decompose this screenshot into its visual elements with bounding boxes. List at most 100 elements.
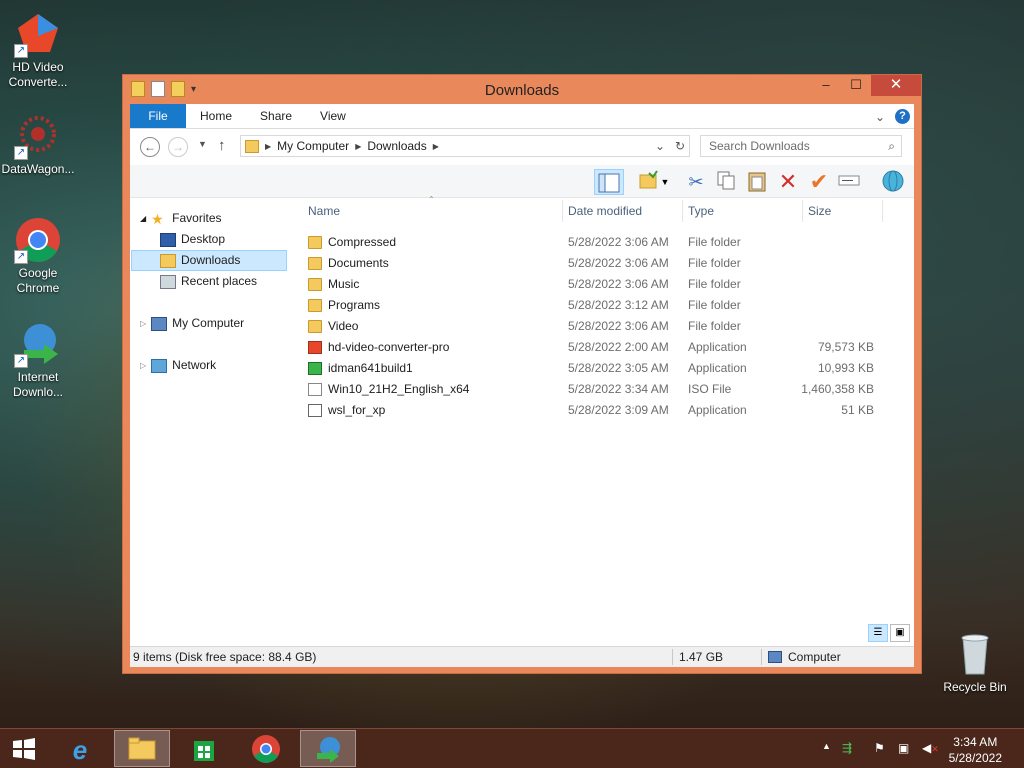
file-row[interactable]: Documents 5/28/2022 3:06 AM File folder bbox=[300, 253, 900, 274]
expand-arrow-icon[interactable]: ◢ bbox=[140, 208, 146, 229]
search-input[interactable]: Search Downloads ⌕ bbox=[700, 135, 902, 157]
network-status-icon[interactable]: ▣ bbox=[898, 741, 909, 755]
help-icon[interactable]: ? bbox=[895, 109, 910, 124]
iso-file-icon bbox=[308, 383, 322, 396]
minimize-button[interactable]: – bbox=[811, 75, 841, 96]
breadcrumb-separator-icon[interactable]: ▶ bbox=[433, 142, 439, 151]
desktop-icon-hd-video-converter[interactable]: ↗ HD Video Converte... bbox=[0, 10, 76, 90]
expand-ribbon-icon[interactable]: ⌄ bbox=[875, 110, 885, 124]
taskbar-internet-explorer[interactable]: e bbox=[52, 730, 108, 767]
taskbar-internet-download-manager[interactable] bbox=[300, 730, 356, 767]
network-globe-icon[interactable] bbox=[880, 169, 906, 195]
start-button[interactable] bbox=[0, 730, 48, 767]
column-header-type[interactable]: Type bbox=[688, 198, 788, 224]
tree-item-downloads[interactable]: Downloads bbox=[131, 250, 287, 271]
up-button[interactable]: ↑ bbox=[218, 137, 226, 154]
back-button[interactable]: ← bbox=[140, 137, 160, 157]
breadcrumb-separator-icon[interactable]: ▶ bbox=[265, 142, 271, 151]
folder-options-dropdown-icon[interactable]: ▼ bbox=[658, 169, 672, 195]
tab-home[interactable]: Home bbox=[186, 104, 246, 128]
tree-item-recent-places[interactable]: Recent places bbox=[160, 271, 290, 292]
file-size: 51 KB bbox=[841, 403, 874, 417]
internet-explorer-icon: e bbox=[72, 735, 88, 765]
tree-item-my-computer[interactable]: ▷ My Computer bbox=[140, 313, 290, 334]
action-center-flag-icon[interactable]: ⚑ bbox=[874, 741, 885, 755]
rename-icon[interactable] bbox=[836, 169, 862, 195]
taskbar-google-chrome[interactable] bbox=[238, 730, 294, 767]
close-button[interactable]: ✕ bbox=[871, 75, 921, 96]
address-bar[interactable]: ▶ My Computer ▶ Downloads ▶ ⌄ ↻ bbox=[240, 135, 690, 157]
file-row[interactable]: Video 5/28/2022 3:06 AM File folder bbox=[300, 316, 900, 337]
recent-locations-dropdown-icon[interactable]: ▼ bbox=[198, 139, 207, 149]
breadcrumb-downloads[interactable]: Downloads bbox=[367, 139, 426, 153]
desktop-icon-label: Recycle Bin bbox=[943, 680, 1007, 694]
expand-arrow-icon[interactable]: ▷ bbox=[140, 313, 146, 334]
window-content: File Home Share View ⌄ ? ← → ▼ ↑ ▶ My Co… bbox=[130, 104, 914, 670]
file-row[interactable]: wsl_for_xp 5/28/2022 3:09 AM Application… bbox=[300, 400, 900, 421]
tree-item-label: Network bbox=[172, 358, 217, 372]
folder-icon bbox=[308, 320, 322, 333]
desktop-icon-label: Google bbox=[18, 266, 58, 280]
address-dropdown-icon[interactable]: ⌄ bbox=[655, 139, 665, 153]
file-row[interactable]: Programs 5/28/2022 3:12 AM File folder bbox=[300, 295, 900, 316]
shortcut-arrow-icon: ↗ bbox=[14, 44, 28, 58]
column-header-date[interactable]: Date modified bbox=[568, 198, 678, 224]
desktop-icon-google-chrome[interactable]: ↗ Google Chrome bbox=[0, 216, 76, 296]
tab-view[interactable]: View bbox=[306, 104, 360, 128]
column-header-name[interactable]: Name bbox=[308, 198, 558, 224]
tree-item-network[interactable]: ▷ Network bbox=[140, 355, 290, 376]
expand-arrow-icon[interactable]: ▷ bbox=[140, 355, 146, 376]
idm-tray-icon[interactable]: ⇶ bbox=[842, 741, 852, 755]
details-view-icon[interactable]: ☰ bbox=[868, 624, 888, 642]
file-row[interactable]: Compressed 5/28/2022 3:06 AM File folder bbox=[300, 232, 900, 253]
application-icon bbox=[308, 341, 322, 354]
clock[interactable]: 3:34 AM 5/28/2022 bbox=[949, 734, 1002, 766]
desktop-icon-label: Chrome bbox=[16, 281, 60, 295]
tree-item-favorites[interactable]: ◢ ★ Favorites bbox=[140, 208, 280, 229]
column-divider[interactable] bbox=[802, 200, 803, 222]
desktop-icon-datawagon[interactable]: ↗ DataWagon... bbox=[0, 112, 76, 177]
volume-muted-icon[interactable]: ◀✕ bbox=[922, 741, 939, 755]
file-name: wsl_for_xp bbox=[328, 403, 386, 417]
column-divider[interactable] bbox=[882, 200, 883, 222]
tab-share[interactable]: Share bbox=[246, 104, 306, 128]
show-hidden-icons-icon[interactable]: ▲ bbox=[822, 741, 831, 751]
tab-file[interactable]: File bbox=[130, 104, 186, 128]
select-all-icon[interactable]: ✔ bbox=[806, 169, 832, 195]
forward-button[interactable]: → bbox=[168, 137, 188, 157]
column-divider[interactable] bbox=[682, 200, 683, 222]
paste-icon[interactable] bbox=[744, 169, 770, 195]
file-row[interactable]: Win10_21H2_English_x64 5/28/2022 3:34 AM… bbox=[300, 379, 900, 400]
maximize-button[interactable]: ☐ bbox=[841, 75, 871, 96]
file-type: File folder bbox=[688, 319, 741, 333]
refresh-icon[interactable]: ↻ bbox=[675, 139, 685, 153]
taskbar-file-explorer[interactable] bbox=[114, 730, 170, 767]
large-icons-view-icon[interactable]: ▣ bbox=[890, 624, 910, 642]
file-date: 5/28/2022 3:09 AM bbox=[568, 403, 669, 417]
desktop-icon bbox=[160, 232, 176, 247]
tree-item-desktop[interactable]: Desktop bbox=[160, 229, 290, 250]
file-date: 5/28/2022 3:06 AM bbox=[568, 256, 669, 270]
file-date: 5/28/2022 3:34 AM bbox=[568, 382, 669, 396]
desktop-icon-label: Converte... bbox=[8, 75, 68, 89]
cut-icon[interactable]: ✂ bbox=[683, 169, 709, 195]
desktop-icon-label: DataWagon... bbox=[1, 162, 75, 176]
breadcrumb-my-computer[interactable]: My Computer bbox=[277, 139, 349, 153]
desktop-icon-recycle-bin[interactable]: Recycle Bin bbox=[937, 630, 1013, 695]
file-name: Music bbox=[328, 277, 360, 291]
file-row[interactable]: hd-video-converter-pro 5/28/2022 2:00 AM… bbox=[300, 337, 900, 358]
file-row[interactable]: idman641build1 5/28/2022 3:05 AM Applica… bbox=[300, 358, 900, 379]
desktop-icon-label: Internet bbox=[17, 370, 59, 384]
file-row[interactable]: Music 5/28/2022 3:06 AM File folder bbox=[300, 274, 900, 295]
preview-pane-icon[interactable] bbox=[594, 169, 624, 195]
taskbar-store[interactable] bbox=[176, 730, 232, 767]
file-size: 10,993 KB bbox=[817, 361, 874, 375]
column-divider[interactable] bbox=[562, 200, 563, 222]
desktop-icon-internet-download-manager[interactable]: ↗ Internet Downlo... bbox=[0, 320, 76, 400]
delete-icon[interactable]: ✕ bbox=[775, 169, 801, 195]
title-bar[interactable]: ▾ Downloads – ☐ ✕ bbox=[123, 75, 921, 104]
copy-icon[interactable] bbox=[713, 169, 739, 195]
breadcrumb-separator-icon[interactable]: ▶ bbox=[355, 142, 361, 151]
column-header-size[interactable]: Size bbox=[808, 198, 878, 224]
file-type: Application bbox=[688, 361, 747, 375]
